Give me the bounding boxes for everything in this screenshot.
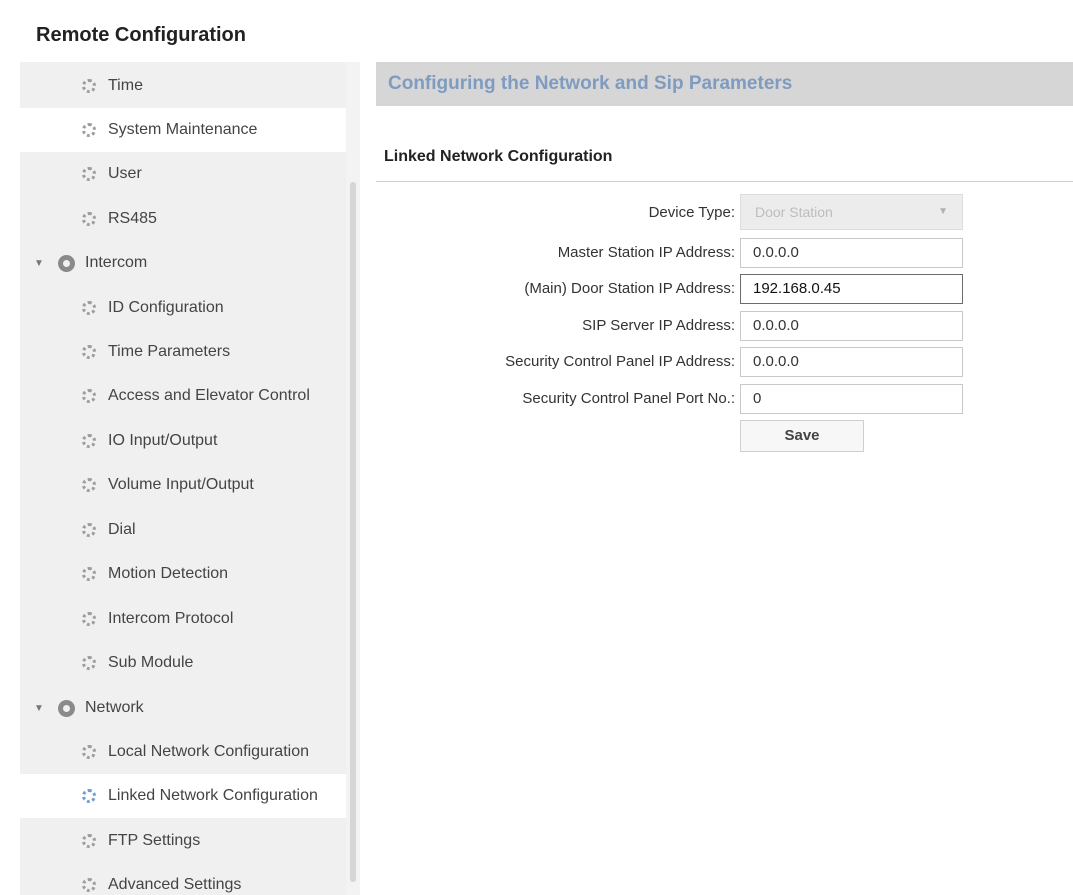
- sidebar-item-label: Linked Network Configuration: [108, 787, 318, 804]
- scrollbar-thumb[interactable]: [350, 182, 356, 882]
- sidebar-item-access-elevator-control[interactable]: Access and Elevator Control: [20, 374, 346, 418]
- sidebar-item-label: FTP Settings: [108, 832, 201, 849]
- gear-icon: [82, 345, 96, 359]
- panel-ip-row: Security Control Panel IP Address: 0.0.0…: [376, 347, 1073, 379]
- panel-port-input[interactable]: 0: [740, 384, 963, 414]
- sidebar-item-dial[interactable]: Dial: [20, 508, 346, 552]
- section-divider: [376, 181, 1073, 182]
- gear-icon: [82, 301, 96, 315]
- sidebar-group-label: Network: [85, 699, 144, 716]
- sidebar-item-rs485[interactable]: RS485: [20, 197, 346, 241]
- device-type-value: Door Station: [755, 204, 833, 220]
- gear-icon: [82, 878, 96, 892]
- gear-icon: [82, 389, 96, 403]
- sidebar-scrollbar[interactable]: [346, 62, 360, 895]
- sip-ip-input[interactable]: 0.0.0.0: [740, 311, 963, 341]
- gear-icon: [82, 123, 96, 137]
- master-ip-row: Master Station IP Address: 0.0.0.0: [376, 238, 1073, 270]
- sidebar-item-id-configuration[interactable]: ID Configuration: [20, 286, 346, 330]
- gear-icon: [82, 834, 96, 848]
- sip-ip-label: SIP Server IP Address:: [582, 317, 735, 334]
- sidebar-item-advanced-settings[interactable]: Advanced Settings: [20, 863, 346, 895]
- globe-icon: [58, 699, 75, 717]
- gear-icon: [82, 789, 96, 803]
- sidebar-item-label: System Maintenance: [108, 121, 258, 138]
- page-title: Configuring the Network and Sip Paramete…: [388, 73, 793, 94]
- sip-ip-row: SIP Server IP Address: 0.0.0.0: [376, 311, 1073, 343]
- gear-icon: [82, 612, 96, 626]
- sidebar-item-ftp-settings[interactable]: FTP Settings: [20, 819, 346, 863]
- sidebar-group-network[interactable]: ▼ Network: [20, 686, 346, 730]
- chevron-down-icon: ▼: [938, 206, 948, 217]
- door-ip-label: (Main) Door Station IP Address:: [524, 280, 735, 297]
- sidebar-item-label: Motion Detection: [108, 565, 229, 582]
- sidebar-item-label: RS485: [108, 210, 157, 227]
- gear-icon: [82, 478, 96, 492]
- sidebar-item-label: Time: [108, 77, 143, 94]
- sidebar-item-io-input-output[interactable]: IO Input/Output: [20, 419, 346, 463]
- gear-icon: [82, 434, 96, 448]
- section-title: Linked Network Configuration: [384, 148, 613, 165]
- device-type-select: Door Station ▼: [740, 194, 963, 230]
- panel-ip-label: Security Control Panel IP Address:: [505, 353, 735, 370]
- sidebar-item-motion-detection[interactable]: Motion Detection: [20, 552, 346, 596]
- sidebar-item-label: Access and Elevator Control: [108, 387, 310, 404]
- sidebar-group-label: Intercom: [85, 254, 148, 271]
- sidebar-item-label: IO Input/Output: [108, 432, 218, 449]
- sidebar-item-system-maintenance[interactable]: System Maintenance: [20, 108, 346, 152]
- sidebar-item-label: Volume Input/Output: [108, 476, 254, 493]
- sidebar-item-sub-module[interactable]: Sub Module: [20, 641, 346, 685]
- gear-icon: [82, 745, 96, 759]
- gear-icon: [82, 567, 96, 581]
- gear-icon: [82, 523, 96, 537]
- sidebar-item-local-network-configuration[interactable]: Local Network Configuration: [20, 730, 346, 774]
- sidebar-item-label: Advanced Settings: [108, 876, 242, 893]
- sidebar-item-label: ID Configuration: [108, 299, 224, 316]
- device-type-label: Device Type:: [648, 204, 735, 221]
- panel-ip-input[interactable]: 0.0.0.0: [740, 347, 963, 377]
- door-ip-input[interactable]: 192.168.0.45: [740, 274, 963, 304]
- window-title: Remote Configuration: [36, 24, 246, 46]
- door-ip-row: (Main) Door Station IP Address: 192.168.…: [376, 274, 1073, 306]
- sidebar-item-label: User: [108, 165, 142, 182]
- caret-down-icon[interactable]: ▼: [34, 703, 44, 714]
- sidebar-item-intercom-protocol[interactable]: Intercom Protocol: [20, 597, 346, 641]
- panel-port-row: Security Control Panel Port No.: 0: [376, 384, 1073, 416]
- sidebar-item-label: Intercom Protocol: [108, 610, 234, 627]
- sidebar-item-label: Dial: [108, 521, 136, 538]
- sidebar-item-label: Time Parameters: [108, 343, 231, 360]
- panel-port-label: Security Control Panel Port No.:: [522, 390, 735, 407]
- sidebar-item-label: Local Network Configuration: [108, 743, 309, 760]
- master-ip-label: Master Station IP Address:: [557, 244, 735, 261]
- gear-icon: [82, 656, 96, 670]
- gear-icon: [82, 212, 96, 226]
- caret-down-icon[interactable]: ▼: [34, 258, 44, 269]
- sidebar-group-intercom[interactable]: ▼ Intercom: [20, 241, 346, 285]
- sidebar-item-time-parameters[interactable]: Time Parameters: [20, 330, 346, 374]
- gear-icon: [82, 79, 96, 93]
- device-type-row: Device Type: Door Station ▼: [376, 194, 1073, 230]
- sidebar-item-volume-input-output[interactable]: Volume Input/Output: [20, 463, 346, 507]
- gear-icon: [82, 167, 96, 181]
- sidebar-item-time[interactable]: Time: [20, 64, 346, 108]
- save-button[interactable]: Save: [740, 420, 864, 452]
- sidebar-tree: Time System Maintenance User RS485 ▼ Int…: [20, 62, 346, 895]
- master-ip-input[interactable]: 0.0.0.0: [740, 238, 963, 268]
- globe-icon: [58, 254, 75, 272]
- sidebar-item-linked-network-configuration[interactable]: Linked Network Configuration: [20, 774, 346, 818]
- sidebar-item-label: Sub Module: [108, 654, 194, 671]
- sidebar-item-user[interactable]: User: [20, 152, 346, 196]
- page-header: Configuring the Network and Sip Paramete…: [376, 62, 1073, 106]
